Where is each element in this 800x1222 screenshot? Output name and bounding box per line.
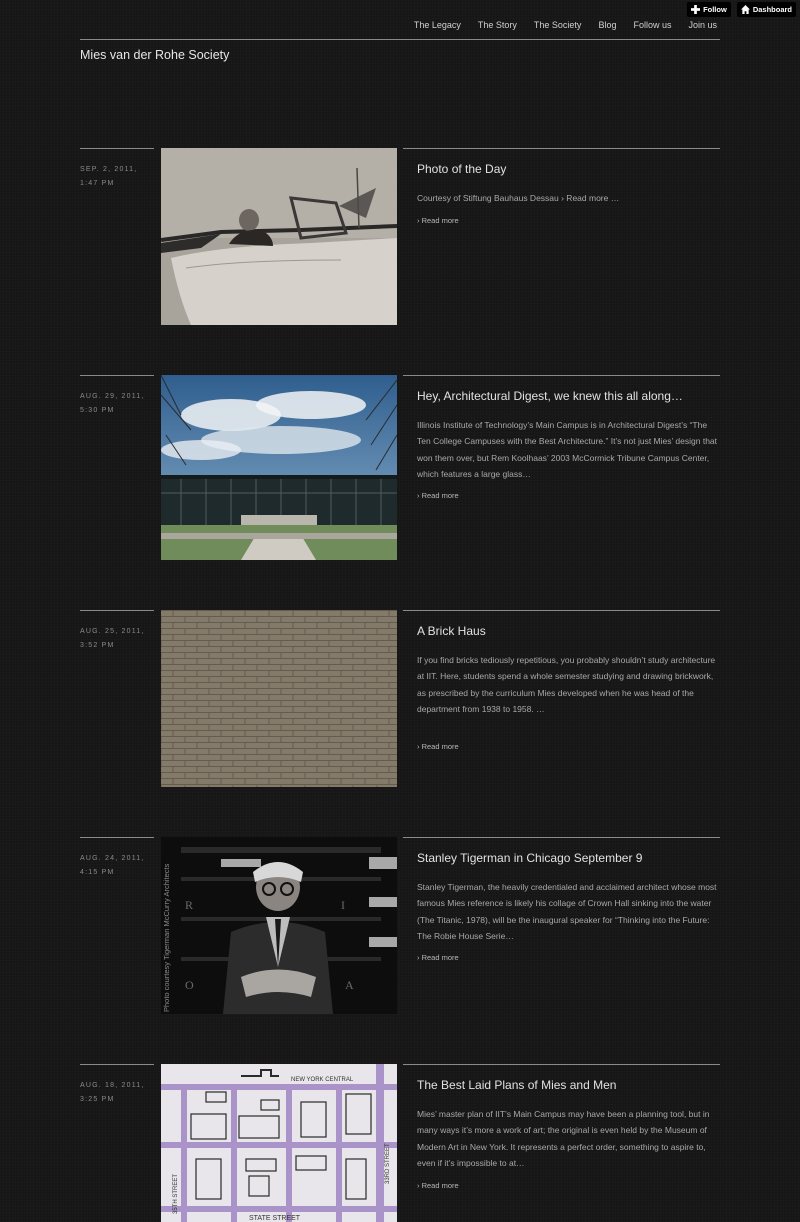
post-excerpt: Stanley Tigerman, the heavily credential… bbox=[417, 882, 717, 941]
post-date: AUG. 29, 2011, 5:30 PM bbox=[80, 390, 145, 418]
photo-letter: O bbox=[185, 978, 194, 992]
follow-label: Follow bbox=[703, 5, 727, 14]
date-divider bbox=[80, 610, 154, 611]
date-divider bbox=[80, 1064, 154, 1065]
post-date-day: AUG. 25, 2011, bbox=[80, 628, 145, 635]
photo-letter: R bbox=[185, 898, 193, 912]
post-title[interactable]: A Brick Haus bbox=[417, 624, 717, 638]
dashboard-button[interactable]: Dashboard bbox=[736, 2, 796, 17]
photo-letter: A bbox=[345, 978, 354, 992]
home-icon bbox=[740, 5, 750, 14]
follow-button[interactable]: Follow bbox=[687, 2, 731, 17]
post-thumbnail[interactable]: R I O A Photo courtesy Tigerman McCurry … bbox=[161, 837, 397, 1014]
nav-item-the-legacy[interactable]: The Legacy bbox=[414, 20, 461, 30]
post-stanley-tigerman: AUG. 24, 2011, 4:15 PM R I O A Photo cou… bbox=[80, 837, 720, 1017]
nav-item-blog[interactable]: Blog bbox=[598, 20, 616, 30]
post-best-laid-plans: AUG. 18, 2011, 3:25 PM NEW YORK CENTRAL … bbox=[80, 1064, 720, 1222]
read-more-link[interactable]: › Read more bbox=[417, 1181, 459, 1190]
post-date-time: 5:30 PM bbox=[80, 407, 115, 414]
post-a-brick-haus: AUG. 25, 2011, 3:52 PM A Brick Haus If y… bbox=[80, 610, 720, 790]
map-label: 35TH STREET bbox=[173, 1174, 179, 1214]
plus-icon bbox=[691, 5, 701, 14]
post-photo-of-the-day: SEP. 2, 2011, 1:47 PM Photo of the Day C… bbox=[80, 148, 720, 328]
nav-item-the-story[interactable]: The Story bbox=[478, 20, 517, 30]
post-date: AUG. 18, 2011, 3:25 PM bbox=[80, 1079, 145, 1107]
nav-item-join-us[interactable]: Join us bbox=[688, 20, 717, 30]
map-label: STATE STREET bbox=[249, 1215, 301, 1222]
read-more-link[interactable]: › Read more bbox=[417, 216, 459, 225]
date-divider bbox=[80, 837, 154, 838]
post-date-time: 3:52 PM bbox=[80, 642, 115, 649]
post-thumbnail[interactable]: NEW YORK CENTRAL STATE STREET 33RD STREE… bbox=[161, 1064, 397, 1222]
post-divider bbox=[403, 837, 720, 838]
post-excerpt: Mies’ master plan of IIT’s Main Campus m… bbox=[417, 1109, 710, 1168]
post-date-time: 1:47 PM bbox=[80, 180, 115, 187]
post-date-day: SEP. 2, 2011, bbox=[80, 166, 138, 173]
post-divider bbox=[403, 610, 720, 611]
date-divider bbox=[80, 375, 154, 376]
post-thumbnail[interactable] bbox=[161, 375, 397, 560]
post-excerpt: Illinois Institute of Technology’s Main … bbox=[417, 420, 718, 479]
date-divider bbox=[80, 148, 154, 149]
post-date: AUG. 24, 2011, 4:15 PM bbox=[80, 852, 145, 880]
post-divider bbox=[403, 375, 720, 376]
post-title[interactable]: Stanley Tigerman in Chicago September 9 bbox=[417, 851, 717, 865]
site-title[interactable]: Mies van der Rohe Society bbox=[80, 48, 229, 62]
nav-item-the-society[interactable]: The Society bbox=[534, 20, 582, 30]
post-thumbnail[interactable] bbox=[161, 148, 397, 325]
post-architectural-digest: AUG. 29, 2011, 5:30 PM Hey, Architectura… bbox=[80, 375, 720, 565]
post-date: AUG. 25, 2011, 3:52 PM bbox=[80, 625, 145, 653]
photo-letter: I bbox=[341, 898, 345, 912]
post-title[interactable]: Photo of the Day bbox=[417, 162, 717, 176]
nav-item-follow-us[interactable]: Follow us bbox=[633, 20, 671, 30]
top-bar: Follow Dashboard bbox=[687, 2, 796, 17]
post-date-time: 3:25 PM bbox=[80, 1096, 115, 1103]
post-date-day: AUG. 24, 2011, bbox=[80, 855, 145, 862]
map-label: 33RD STREET bbox=[385, 1143, 391, 1184]
header-divider bbox=[80, 39, 720, 40]
post-thumbnail[interactable] bbox=[161, 610, 397, 787]
post-title[interactable]: The Best Laid Plans of Mies and Men bbox=[417, 1078, 717, 1092]
post-excerpt: Courtesy of Stiftung Bauhaus Dessau › Re… bbox=[417, 193, 620, 203]
photo-credit: Photo courtesy Tigerman McCurry Architec… bbox=[162, 863, 171, 1012]
read-more-link[interactable]: › Read more bbox=[417, 491, 459, 500]
read-more-link[interactable]: › Read more bbox=[417, 742, 459, 751]
post-date-day: AUG. 29, 2011, bbox=[80, 393, 145, 400]
post-divider bbox=[403, 148, 720, 149]
post-date: SEP. 2, 2011, 1:47 PM bbox=[80, 163, 137, 191]
post-divider bbox=[403, 1064, 720, 1065]
read-more-link[interactable]: › Read more bbox=[417, 953, 459, 962]
main-nav: The Legacy The Story The Society Blog Fo… bbox=[397, 20, 717, 30]
dashboard-label: Dashboard bbox=[752, 5, 792, 14]
post-date-day: AUG. 18, 2011, bbox=[80, 1082, 145, 1089]
map-label: NEW YORK CENTRAL bbox=[291, 1077, 354, 1083]
post-date-time: 4:15 PM bbox=[80, 869, 115, 876]
post-title[interactable]: Hey, Architectural Digest, we knew this … bbox=[417, 389, 717, 403]
post-excerpt: If you find bricks tediously repetitious… bbox=[417, 655, 716, 714]
